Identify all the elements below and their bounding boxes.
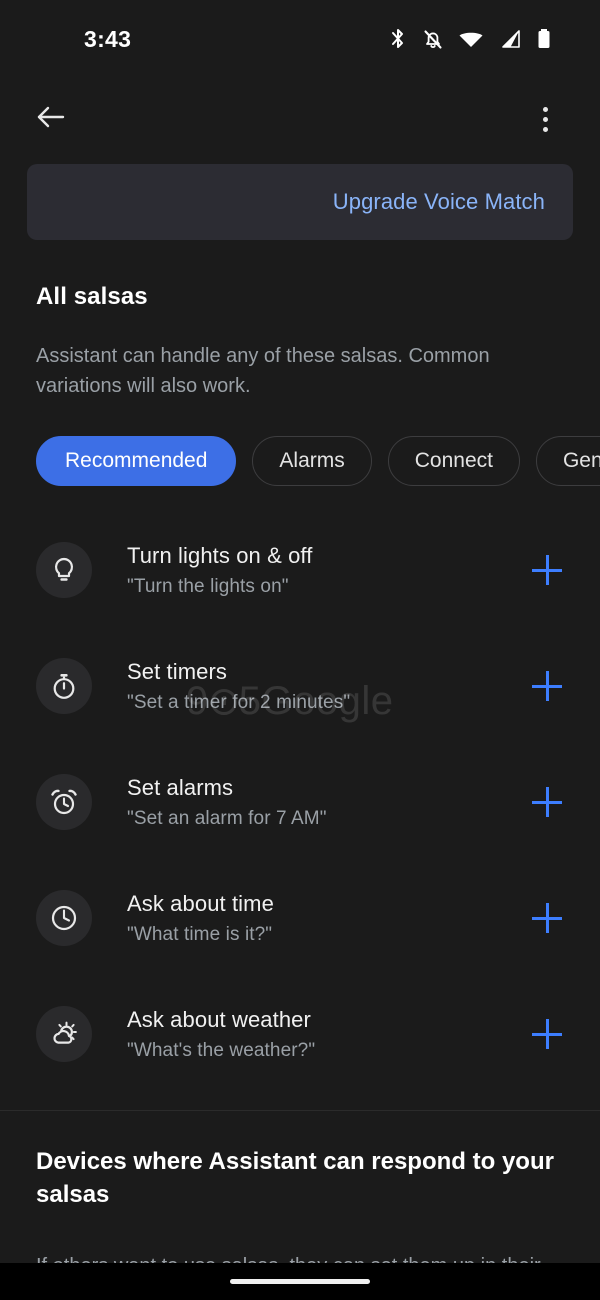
wifi-icon	[458, 27, 484, 51]
add-icon	[532, 1019, 562, 1049]
list-item[interactable]: Ask about weather "What's the weather?"	[0, 976, 600, 1092]
status-bar-clock: 3:43	[84, 25, 132, 52]
chip-alarms[interactable]: Alarms	[252, 436, 372, 486]
back-arrow-icon	[34, 100, 68, 139]
lightbulb-icon	[36, 542, 92, 598]
chip-recommended[interactable]: Recommended	[36, 436, 237, 486]
add-button[interactable]	[524, 779, 570, 825]
list-item-text: Set alarms "Set an alarm for 7 AM"	[127, 775, 524, 830]
add-icon	[532, 555, 562, 585]
add-icon	[532, 787, 562, 817]
add-button[interactable]	[524, 663, 570, 709]
chip-connect[interactable]: Connect	[387, 436, 520, 486]
list-item-example: "Set a timer for 2 minutes"	[127, 691, 351, 713]
upgrade-voice-match-banner[interactable]: Upgrade Voice Match	[27, 164, 573, 240]
more-options-button[interactable]	[522, 96, 568, 142]
add-button[interactable]	[524, 1011, 570, 1057]
add-button[interactable]	[524, 895, 570, 941]
gesture-home-pill[interactable]	[230, 1279, 370, 1284]
section-spacer	[0, 240, 600, 275]
list-item-title: Set timers	[127, 658, 228, 684]
list-item-example: "What's the weather?"	[127, 1039, 316, 1061]
back-button[interactable]	[28, 96, 74, 142]
list-item-title: Ask about weather	[127, 1006, 311, 1032]
bluetooth-icon	[388, 27, 408, 51]
add-icon	[532, 903, 562, 933]
list-item[interactable]: Turn lights on & off "Turn the lights on…	[0, 512, 600, 628]
list-item-example: "Turn the lights on"	[127, 575, 289, 597]
clock-icon	[36, 890, 92, 946]
list-item-text: Set timers "Set a timer for 2 minutes"	[127, 659, 524, 714]
system-navigation-bar	[0, 1263, 600, 1300]
page-title: All salsas	[36, 283, 148, 310]
timer-icon	[36, 658, 92, 714]
notifications-off-icon	[422, 27, 444, 51]
battery-icon	[536, 27, 552, 51]
add-icon	[532, 671, 562, 701]
main-content: All salsas Assistant can handle any of t…	[0, 283, 600, 1300]
weather-icon	[36, 1006, 92, 1062]
list-item[interactable]: Ask about time "What time is it?"	[0, 860, 600, 976]
category-chip-row[interactable]: Recommended Alarms Connect Gene	[0, 436, 600, 486]
section-divider	[0, 1110, 600, 1111]
list-item-title: Turn lights on & off	[127, 542, 313, 568]
chip-general[interactable]: Gene	[535, 436, 600, 486]
add-button[interactable]	[524, 547, 570, 593]
list-item-title: Set alarms	[127, 774, 234, 800]
app-bar	[0, 78, 600, 160]
list-item-example: "Set an alarm for 7 AM"	[127, 807, 327, 829]
phone-screen: 3:43 Upgrade Voice Match All salsas Assi…	[0, 0, 600, 1300]
devices-section-title: Devices where Assistant can respond to y…	[36, 1148, 554, 1208]
list-item-text: Ask about weather "What's the weather?"	[127, 1007, 524, 1062]
upgrade-banner-container: Upgrade Voice Match	[0, 160, 600, 240]
cellular-signal-icon	[498, 27, 522, 51]
status-bar-icons	[388, 27, 552, 51]
list-item[interactable]: Set timers "Set a timer for 2 minutes"	[0, 628, 600, 744]
list-item-title: Ask about time	[127, 890, 274, 916]
list-item-example: "What time is it?"	[127, 923, 273, 945]
more-options-icon	[542, 104, 548, 134]
alarm-icon	[36, 774, 92, 830]
status-bar: 3:43	[0, 0, 600, 78]
page-description: Assistant can handle any of these salsas…	[36, 345, 490, 397]
salsa-list: Turn lights on & off "Turn the lights on…	[0, 512, 600, 1092]
list-item-text: Ask about time "What time is it?"	[127, 891, 524, 946]
list-item-text: Turn lights on & off "Turn the lights on…	[127, 543, 524, 598]
upgrade-voice-match-link[interactable]: Upgrade Voice Match	[333, 189, 545, 215]
list-item[interactable]: Set alarms "Set an alarm for 7 AM"	[0, 744, 600, 860]
